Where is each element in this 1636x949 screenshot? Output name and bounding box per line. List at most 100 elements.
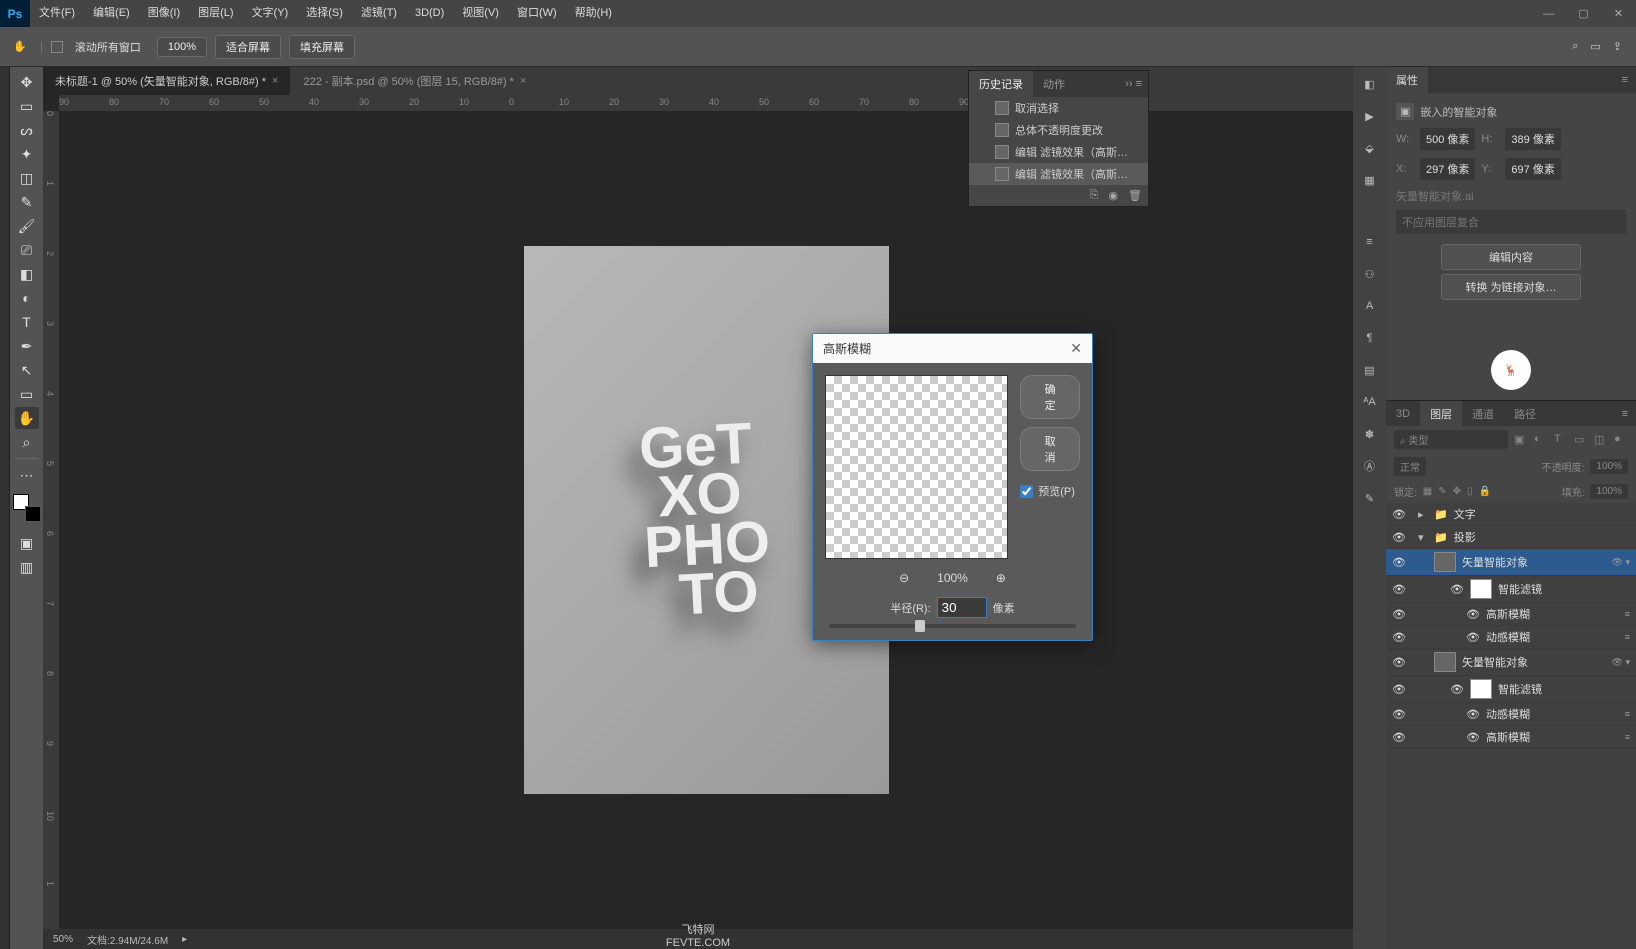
zoom-in-icon[interactable]: ⊕ <box>996 571 1006 585</box>
stamp-tool[interactable]: ⎚ <box>15 239 39 261</box>
lock-pixels-icon[interactable]: ▦ <box>1423 486 1432 497</box>
menu-文件(F)[interactable]: 文件(F) <box>30 0 84 27</box>
strip-align-icon[interactable]: ▤ <box>1359 359 1381 381</box>
strip-A-icon[interactable]: A <box>1359 295 1381 317</box>
lock-brush-icon[interactable]: ✎ <box>1438 486 1446 497</box>
history-item[interactable]: 编辑 滤镜效果（高斯… <box>969 163 1148 185</box>
tab-actions[interactable]: 动作 <box>1033 71 1075 97</box>
layer-row[interactable]: 👁👁动感模糊≡ <box>1386 703 1636 726</box>
tab-history[interactable]: 历史记录 <box>969 71 1033 97</box>
strip-fx-icon[interactable]: ✽ <box>1359 423 1381 445</box>
edit-content-button[interactable]: 编辑内容 <box>1441 244 1581 270</box>
strip-font-icon[interactable]: Ⓐ <box>1359 455 1381 477</box>
history-snapshot-icon[interactable]: ◉ <box>1108 189 1118 202</box>
tab-properties[interactable]: 属性 <box>1386 67 1428 93</box>
menu-图像(I)[interactable]: 图像(I) <box>139 0 189 27</box>
layer-row[interactable]: 👁👁动感模糊≡ <box>1386 626 1636 649</box>
prop-y[interactable]: 697 像素 <box>1505 158 1560 180</box>
menu-编辑(E)[interactable]: 编辑(E) <box>84 0 139 27</box>
filter-smart-icon[interactable]: ◫ <box>1594 433 1608 447</box>
history-new-doc-icon[interactable]: ⎘ <box>1090 189 1099 202</box>
menu-文字(Y)[interactable]: 文字(Y) <box>243 0 298 27</box>
layer-row[interactable]: 👁👁智能滤镜 <box>1386 676 1636 703</box>
type-tool[interactable]: T <box>15 311 39 333</box>
visibility-icon[interactable]: 👁 <box>1392 731 1406 744</box>
document-tab[interactable]: 未标题-1 @ 50% (矢量智能对象, RGB/8#) *× <box>43 67 290 95</box>
shape-tool[interactable]: ▭ <box>15 383 39 405</box>
status-chevron-icon[interactable]: ▸ <box>182 934 187 945</box>
visibility-icon[interactable]: 👁 <box>1392 631 1406 644</box>
strip-brush-icon[interactable]: ✎ <box>1359 487 1381 509</box>
zoom-tool[interactable]: ⌕ <box>15 431 39 453</box>
menu-图层(L)[interactable]: 图层(L) <box>189 0 242 27</box>
hand-tool[interactable]: ✋ <box>15 407 39 429</box>
minimize-button[interactable]: — <box>1531 0 1566 27</box>
marquee-tool[interactable]: ▭ <box>15 95 39 117</box>
filter-adj-icon[interactable]: ◐ <box>1534 433 1548 447</box>
tab-3d[interactable]: 3D <box>1386 403 1420 425</box>
strip-slider-icon[interactable]: ≡ <box>1359 231 1381 253</box>
visibility-icon[interactable]: 👁 <box>1392 531 1406 544</box>
close-button[interactable]: ✕ <box>1601 0 1636 27</box>
radius-slider[interactable] <box>829 624 1076 628</box>
blend-mode-select[interactable]: 正常 <box>1394 457 1426 476</box>
path-select-tool[interactable]: ↖ <box>15 359 39 381</box>
visibility-icon[interactable]: 👁 <box>1392 508 1406 521</box>
strip-color-icon[interactable]: ◧ <box>1359 73 1381 95</box>
radius-input[interactable] <box>937 597 987 618</box>
preview-checkbox[interactable]: 预览(P) <box>1020 483 1080 499</box>
wand-tool[interactable]: ✦ <box>15 143 39 165</box>
history-item[interactable]: 总体不透明度更改 <box>969 119 1148 141</box>
layer-row[interactable]: 👁▾📁投影 <box>1386 526 1636 549</box>
lock-artboard-icon[interactable]: ▯ <box>1467 486 1473 497</box>
layer-row[interactable]: 👁矢量智能对象👁 ▾ <box>1386 649 1636 676</box>
tab-paths[interactable]: 路径 <box>1504 401 1546 427</box>
layer-row[interactable]: 👁👁高斯模糊≡ <box>1386 726 1636 749</box>
screenmode-tool[interactable]: ▥ <box>15 556 39 578</box>
visibility-icon[interactable]: 👁 <box>1392 656 1406 669</box>
fill-screen-button[interactable]: 填充屏幕 <box>289 35 355 59</box>
visibility-icon[interactable]: 👁 <box>1392 708 1406 721</box>
history-item[interactable]: 取消选择 <box>969 97 1148 119</box>
crop-tool[interactable]: ◫ <box>15 167 39 189</box>
dialog-preview[interactable] <box>825 375 1008 559</box>
fill-input[interactable]: 100% <box>1590 484 1628 499</box>
quickmask-tool[interactable]: ▣ <box>15 532 39 554</box>
gradient-tool[interactable]: ◐ <box>15 287 39 309</box>
cancel-button[interactable]: 取消 <box>1020 427 1080 471</box>
layer-row[interactable]: 👁👁高斯模糊≡ <box>1386 603 1636 626</box>
strip-link-icon[interactable]: ⬙ <box>1359 137 1381 159</box>
visibility-icon[interactable]: 👁 <box>1392 608 1406 621</box>
menu-帮助(H)[interactable]: 帮助(H) <box>566 0 621 27</box>
menu-3D(D)[interactable]: 3D(D) <box>406 0 453 27</box>
filter-toggle-icon[interactable]: ● <box>1614 433 1628 447</box>
fit-screen-button[interactable]: 适合屏幕 <box>215 35 281 59</box>
share-icon[interactable]: ⇪ <box>1613 40 1622 53</box>
tab-layers[interactable]: 图层 <box>1420 401 1462 427</box>
zoom-100-button[interactable]: 100% <box>157 37 207 57</box>
tab-close-icon[interactable]: × <box>272 75 278 87</box>
dialog-close-icon[interactable]: ✕ <box>1070 340 1082 357</box>
color-swatch[interactable] <box>13 494 41 522</box>
prop-h[interactable]: 389 像素 <box>1505 128 1560 150</box>
filter-image-icon[interactable]: ▣ <box>1514 433 1528 447</box>
filter-type-icon[interactable]: T <box>1554 433 1568 447</box>
menu-滤镜(T)[interactable]: 滤镜(T) <box>352 0 406 27</box>
visibility-icon[interactable]: 👁 <box>1392 583 1406 596</box>
tab-close-icon[interactable]: × <box>520 75 526 87</box>
layer-filter-input[interactable]: ⌕ 类型 <box>1394 430 1508 449</box>
strip-play-icon[interactable]: ▶ <box>1359 105 1381 127</box>
eyedropper-tool[interactable]: ✎ <box>15 191 39 213</box>
move-tool[interactable]: ✥ <box>15 71 39 93</box>
lasso-tool[interactable]: ᔕ <box>15 119 39 141</box>
visibility-icon[interactable]: 👁 <box>1392 683 1406 696</box>
search-icon[interactable]: ⌕ <box>1572 40 1578 53</box>
layer-row[interactable]: 👁👁智能滤镜 <box>1386 576 1636 603</box>
status-zoom[interactable]: 50% <box>53 934 73 945</box>
strip-user-icon[interactable]: ⚇ <box>1359 263 1381 285</box>
strip-aa-icon[interactable]: ᴬA <box>1359 391 1381 413</box>
eraser-tool[interactable]: ◧ <box>15 263 39 285</box>
history-item[interactable]: 编辑 滤镜效果（高斯… <box>969 141 1148 163</box>
zoom-out-icon[interactable]: ⊖ <box>899 571 909 585</box>
tab-channels[interactable]: 通道 <box>1462 401 1504 427</box>
